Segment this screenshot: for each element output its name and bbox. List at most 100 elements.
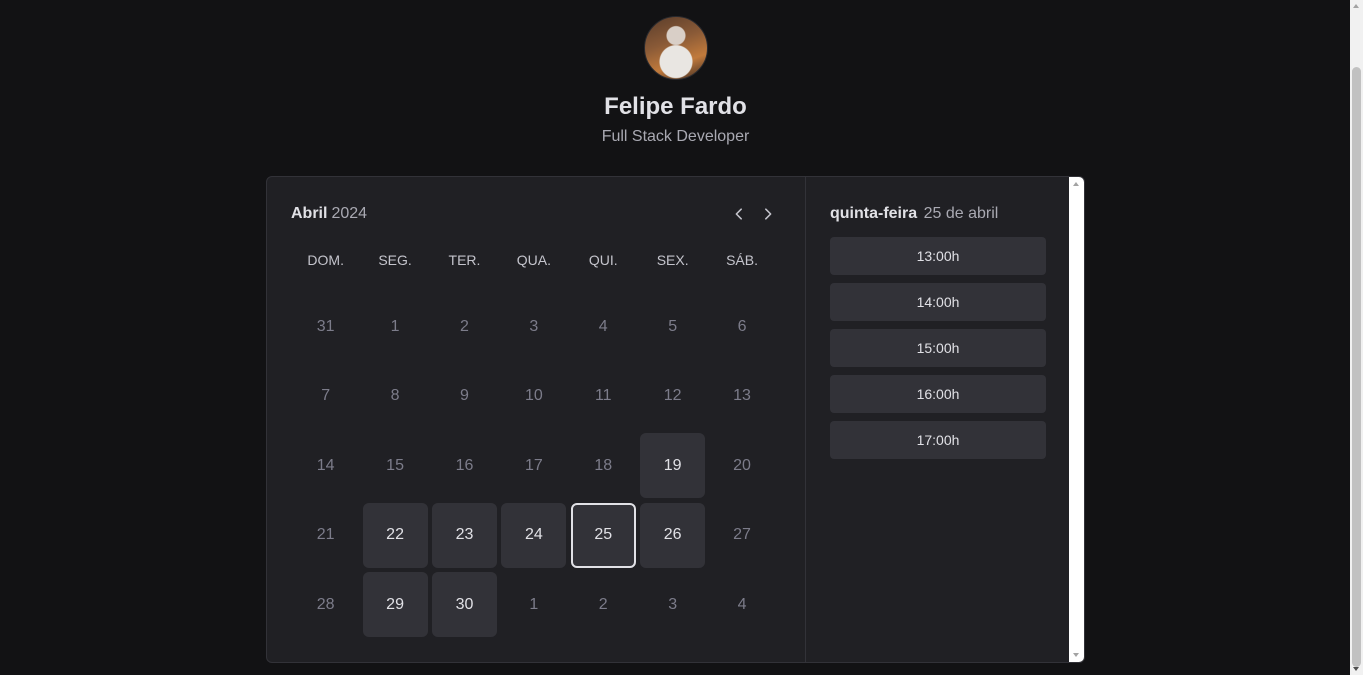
day-cell: 4 — [707, 570, 776, 640]
weekday-label: SEX. — [656, 252, 689, 268]
time-slot-button[interactable]: 17:00h — [830, 421, 1046, 459]
avatar — [643, 16, 708, 80]
profile-role: Full Stack Developer — [601, 128, 750, 145]
day-cell: 9 — [430, 362, 499, 432]
chevron-right-icon — [764, 208, 771, 220]
page-scroll-down-icon[interactable] — [1353, 667, 1359, 671]
day-disabled: 20 — [710, 433, 775, 498]
chevron-left-icon — [735, 208, 742, 220]
day-cell: 3 — [499, 292, 568, 362]
day-cell: 16 — [430, 431, 499, 501]
day-available[interactable]: 29 — [362, 572, 428, 638]
day-disabled: 1 — [363, 294, 428, 359]
weekday-label: QUA. — [516, 252, 551, 268]
weekday-label: TER. — [448, 252, 481, 268]
weekday-label: DOM. — [307, 252, 344, 268]
page-scrollbar-thumb[interactable] — [1352, 67, 1361, 667]
day-cell: 2 — [569, 570, 638, 640]
day-available[interactable]: 30 — [431, 572, 497, 638]
day-cell: 8 — [360, 362, 429, 432]
day-disabled: 5 — [640, 294, 705, 359]
time-slot-button[interactable]: 13:00h — [830, 237, 1046, 275]
day-disabled: 3 — [501, 294, 566, 359]
scroll-up-arrow-icon[interactable] — [1073, 182, 1079, 186]
day-disabled: 17 — [501, 433, 566, 498]
day-disabled: 8 — [363, 364, 428, 429]
day-cell: 2 — [430, 292, 499, 362]
day-cell: 15 — [360, 431, 429, 501]
selected-weekday: quinta-feira — [830, 205, 918, 222]
day-cell: 6 — [707, 292, 776, 362]
day-cell: 17 — [499, 431, 568, 501]
weekday-label: SEG. — [378, 252, 412, 268]
time-picker: quinta-feira 25 de abril 13:00h 14:00h 15:… — [806, 177, 1084, 662]
day-disabled: 6 — [710, 294, 775, 359]
time-slot-button[interactable]: 15:00h — [830, 329, 1046, 367]
day-disabled: 27 — [710, 503, 775, 568]
day-cell: 1 — [360, 292, 429, 362]
next-month-button[interactable] — [758, 203, 777, 225]
day-disabled: 16 — [432, 433, 497, 498]
calendar-year: 2024 — [331, 205, 368, 222]
day-cell: 24 — [499, 501, 568, 571]
scroll-down-arrow-icon[interactable] — [1073, 653, 1079, 657]
day-disabled: 12 — [640, 364, 705, 429]
day-available[interactable]: 23 — [431, 502, 497, 568]
day-cell: 29 — [360, 570, 429, 640]
day-cell: 30 — [430, 570, 499, 640]
profile-header: Felipe Fardo Full Stack Developer — [0, 0, 1351, 147]
page-scrollbar[interactable] — [1350, 0, 1363, 675]
day-disabled: 28 — [293, 572, 358, 637]
day-cell: 14 — [291, 431, 360, 501]
weekday-label: SÁB. — [726, 252, 758, 268]
day-disabled: 21 — [293, 503, 358, 568]
day-available[interactable]: 26 — [640, 502, 706, 568]
day-disabled: 4 — [571, 294, 636, 359]
calendar-days-grid: 31 1 2 3 4 5 6 7 8 9 10 11 12 13 14 15 16 17 18 19 20 21 22 23 2… — [291, 292, 781, 640]
profile-name: Felipe Fardo — [604, 93, 747, 120]
day-cell: 20 — [707, 431, 776, 501]
calendar-nav — [729, 203, 777, 225]
weekday-label: QUI. — [588, 252, 618, 268]
day-disabled: 4 — [710, 572, 775, 637]
time-slot-button[interactable]: 14:00h — [830, 283, 1046, 321]
day-disabled: 1 — [501, 572, 566, 637]
day-cell: 28 — [291, 570, 360, 640]
day-cell: 4 — [569, 292, 638, 362]
day-disabled: 10 — [501, 364, 566, 429]
calendar-month: Abril — [291, 205, 328, 222]
day-disabled: 7 — [293, 364, 358, 429]
day-disabled: 2 — [571, 572, 636, 637]
day-available[interactable]: 24 — [501, 502, 567, 568]
day-cell: 19 — [638, 431, 707, 501]
day-cell: 25 — [569, 501, 638, 571]
scheduler-card: Abril 2024 DOM. SEG. TER. QUA. QUI. SEX. SÁB. 3… — [266, 176, 1085, 663]
weekday-header-row: DOM. SEG. TER. QUA. QUI. SEX. SÁB. — [291, 250, 781, 270]
day-cell: 22 — [360, 501, 429, 571]
day-cell: 27 — [707, 501, 776, 571]
day-cell: 3 — [638, 570, 707, 640]
day-cell: 31 — [291, 292, 360, 362]
day-disabled: 9 — [432, 364, 497, 429]
time-picker-scrollbar[interactable] — [1069, 177, 1084, 662]
day-disabled: 14 — [293, 433, 358, 498]
day-cell: 11 — [569, 362, 638, 432]
day-cell: 13 — [707, 362, 776, 432]
day-disabled: 15 — [363, 433, 428, 498]
time-picker-title: quinta-feira 25 de abril — [830, 201, 1060, 227]
day-available[interactable]: 22 — [362, 502, 428, 568]
time-slot-button[interactable]: 16:00h — [830, 375, 1046, 413]
calendar-title: Abril 2024 — [291, 205, 367, 223]
day-available[interactable]: 19 — [640, 433, 706, 499]
day-cell: 1 — [499, 570, 568, 640]
selected-date: 25 de abril — [923, 205, 999, 222]
day-cell: 21 — [291, 501, 360, 571]
page-scroll-up-icon[interactable] — [1353, 4, 1359, 8]
day-disabled: 3 — [640, 572, 705, 637]
previous-month-button[interactable] — [729, 203, 748, 225]
calendar: Abril 2024 DOM. SEG. TER. QUA. QUI. SEX. SÁB. 3… — [267, 177, 806, 662]
day-cell: 5 — [638, 292, 707, 362]
day-cell: 18 — [569, 431, 638, 501]
day-selected[interactable]: 25 — [570, 502, 636, 568]
day-cell: 23 — [430, 501, 499, 571]
